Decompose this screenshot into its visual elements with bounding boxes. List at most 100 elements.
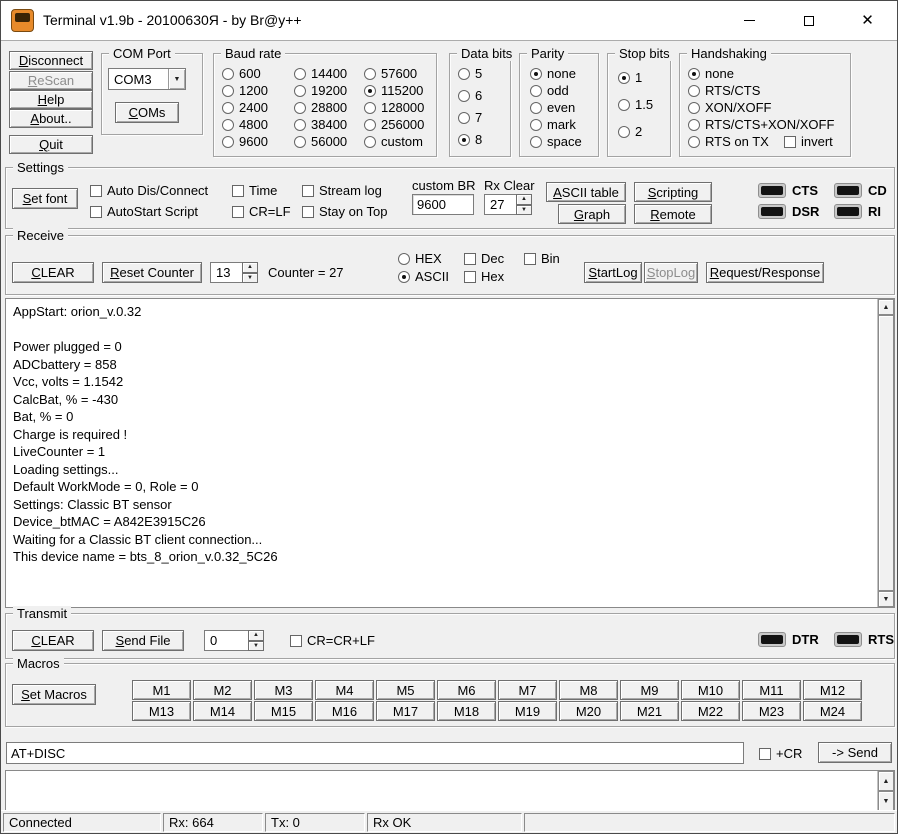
- quit-button[interactable]: Quit: [9, 135, 93, 154]
- macro-button-m12[interactable]: M12: [803, 680, 862, 700]
- spin-down-button[interactable]: ▼: [242, 272, 258, 283]
- baud-option-1200[interactable]: 1200: [222, 83, 268, 98]
- invert-checkbox[interactable]: invert: [784, 134, 833, 149]
- coms-button[interactable]: COMs: [115, 102, 179, 123]
- transmit-clear-button[interactable]: CLEAR: [12, 630, 94, 651]
- macro-button-m13[interactable]: M13: [132, 701, 191, 721]
- macro-button-m15[interactable]: M15: [254, 701, 313, 721]
- stay-on-top-checkbox[interactable]: Stay on Top: [302, 204, 387, 219]
- scroll-up-button[interactable]: ▲: [878, 771, 894, 791]
- transmit-scrollbar[interactable]: ▲ ▼: [877, 771, 894, 811]
- rescan-button[interactable]: ReScan: [9, 71, 93, 90]
- hex-mode-radio[interactable]: HEX: [398, 251, 442, 266]
- baud-option-115200[interactable]: 115200: [364, 83, 423, 98]
- spin-down-button[interactable]: ▼: [516, 204, 532, 215]
- ascii-mode-radio[interactable]: ASCII: [398, 269, 449, 284]
- macro-button-m8[interactable]: M8: [559, 680, 618, 700]
- remote-button[interactable]: Remote: [634, 204, 712, 224]
- custom-br-input[interactable]: 9600: [412, 194, 474, 215]
- data-bits-option-5[interactable]: 5: [458, 66, 482, 81]
- receive-scrollbar[interactable]: ▲ ▼: [877, 299, 894, 607]
- macro-button-m9[interactable]: M9: [620, 680, 679, 700]
- stop-bits-option-1-5[interactable]: 1.5: [618, 97, 653, 112]
- data-bits-option-8[interactable]: 8: [458, 132, 482, 147]
- help-button[interactable]: Help: [9, 90, 93, 109]
- com-port-select[interactable]: COM3 ▼: [108, 68, 186, 90]
- about-button[interactable]: About..: [9, 109, 93, 128]
- macro-button-m19[interactable]: M19: [498, 701, 557, 721]
- baud-option-56000[interactable]: 56000: [294, 134, 347, 149]
- macro-button-m21[interactable]: M21: [620, 701, 679, 721]
- ascii-table-button[interactable]: ASCII table: [546, 182, 626, 202]
- rts-indicator[interactable]: RTS: [834, 632, 894, 647]
- macro-button-m23[interactable]: M23: [742, 701, 801, 721]
- transmit-delay-spinner[interactable]: 0 ▲ ▼: [204, 630, 264, 651]
- macro-button-m18[interactable]: M18: [437, 701, 496, 721]
- macro-button-m7[interactable]: M7: [498, 680, 557, 700]
- data-bits-option-7[interactable]: 7: [458, 110, 482, 125]
- baud-option-14400[interactable]: 14400: [294, 66, 347, 81]
- disconnect-button[interactable]: Disconnect: [9, 51, 93, 70]
- cr-crlf-checkbox[interactable]: CR=CR+LF: [290, 633, 375, 648]
- rx-clear-spinner[interactable]: 27 ▲ ▼: [484, 194, 532, 215]
- send-file-button[interactable]: Send File: [102, 630, 184, 651]
- parity-option-even[interactable]: even: [530, 100, 575, 115]
- macro-button-m2[interactable]: M2: [193, 680, 252, 700]
- macro-button-m17[interactable]: M17: [376, 701, 435, 721]
- scroll-down-button[interactable]: ▼: [878, 791, 894, 811]
- baud-option-custom[interactable]: custom: [364, 134, 423, 149]
- scripting-button[interactable]: Scripting: [634, 182, 712, 202]
- macro-button-m5[interactable]: M5: [376, 680, 435, 700]
- set-macros-button[interactable]: Set Macros: [12, 684, 96, 705]
- baud-option-256000[interactable]: 256000: [364, 117, 424, 132]
- cr-lf-checkbox[interactable]: CR=LF: [232, 204, 291, 219]
- transmit-terminal[interactable]: ▲ ▼: [5, 770, 895, 812]
- handshaking-option-rts-on-tx[interactable]: RTS on TX: [688, 134, 769, 149]
- baud-option-128000[interactable]: 128000: [364, 100, 424, 115]
- receive-lines-spinner[interactable]: 13 ▲ ▼: [210, 262, 258, 283]
- stoplog-button[interactable]: StopLog: [644, 262, 698, 283]
- macro-button-m1[interactable]: M1: [132, 680, 191, 700]
- receive-clear-button[interactable]: CLEAR: [12, 262, 94, 283]
- stream-log-checkbox[interactable]: Stream log: [302, 183, 382, 198]
- send-button[interactable]: -> Send: [818, 742, 892, 763]
- maximize-button[interactable]: [779, 1, 838, 40]
- plus-cr-checkbox[interactable]: +CR: [759, 746, 802, 761]
- dec-checkbox[interactable]: Dec: [464, 251, 504, 266]
- baud-option-2400[interactable]: 2400: [222, 100, 268, 115]
- auto-dis-connect-checkbox[interactable]: Auto Dis/Connect: [90, 183, 208, 198]
- set-font-button[interactable]: Set font: [12, 188, 78, 209]
- data-bits-option-6[interactable]: 6: [458, 88, 482, 103]
- macro-button-m4[interactable]: M4: [315, 680, 374, 700]
- minimize-button[interactable]: [720, 1, 779, 40]
- parity-option-space[interactable]: space: [530, 134, 582, 149]
- time-checkbox[interactable]: Time: [232, 183, 277, 198]
- handshaking-option-none[interactable]: none: [688, 66, 734, 81]
- macro-button-m22[interactable]: M22: [681, 701, 740, 721]
- hex-checkbox[interactable]: Hex: [464, 269, 504, 284]
- dtr-indicator[interactable]: DTR: [758, 632, 819, 647]
- baud-option-57600[interactable]: 57600: [364, 66, 417, 81]
- receive-terminal[interactable]: AppStart: orion_v.0.32 Power plugged = 0…: [5, 298, 895, 608]
- reset-counter-button[interactable]: Reset Counter: [102, 262, 202, 283]
- macro-button-m14[interactable]: M14: [193, 701, 252, 721]
- baud-option-9600[interactable]: 9600: [222, 134, 268, 149]
- spin-up-button[interactable]: ▲: [248, 630, 264, 641]
- handshaking-option-rts-cts[interactable]: RTS/CTS: [688, 83, 760, 98]
- parity-option-none[interactable]: none: [530, 66, 576, 81]
- parity-option-odd[interactable]: odd: [530, 83, 569, 98]
- scroll-down-button[interactable]: ▼: [878, 591, 894, 607]
- baud-option-38400[interactable]: 38400: [294, 117, 347, 132]
- bin-checkbox[interactable]: Bin: [524, 251, 560, 266]
- autostart-script-checkbox[interactable]: AutoStart Script: [90, 204, 198, 219]
- handshaking-option-xon-xoff[interactable]: XON/XOFF: [688, 100, 771, 115]
- baud-option-600[interactable]: 600: [222, 66, 261, 81]
- handshaking-option-rts-cts-xon-xoff[interactable]: RTS/CTS+XON/XOFF: [688, 117, 834, 132]
- request-response-button[interactable]: Request/Response: [706, 262, 824, 283]
- macro-button-m6[interactable]: M6: [437, 680, 496, 700]
- scrollbar-thumb[interactable]: [878, 315, 894, 591]
- close-button[interactable]: ✕: [838, 1, 897, 40]
- com-port-dropdown-button[interactable]: ▼: [168, 69, 185, 89]
- macro-button-m3[interactable]: M3: [254, 680, 313, 700]
- spin-down-button[interactable]: ▼: [248, 640, 264, 651]
